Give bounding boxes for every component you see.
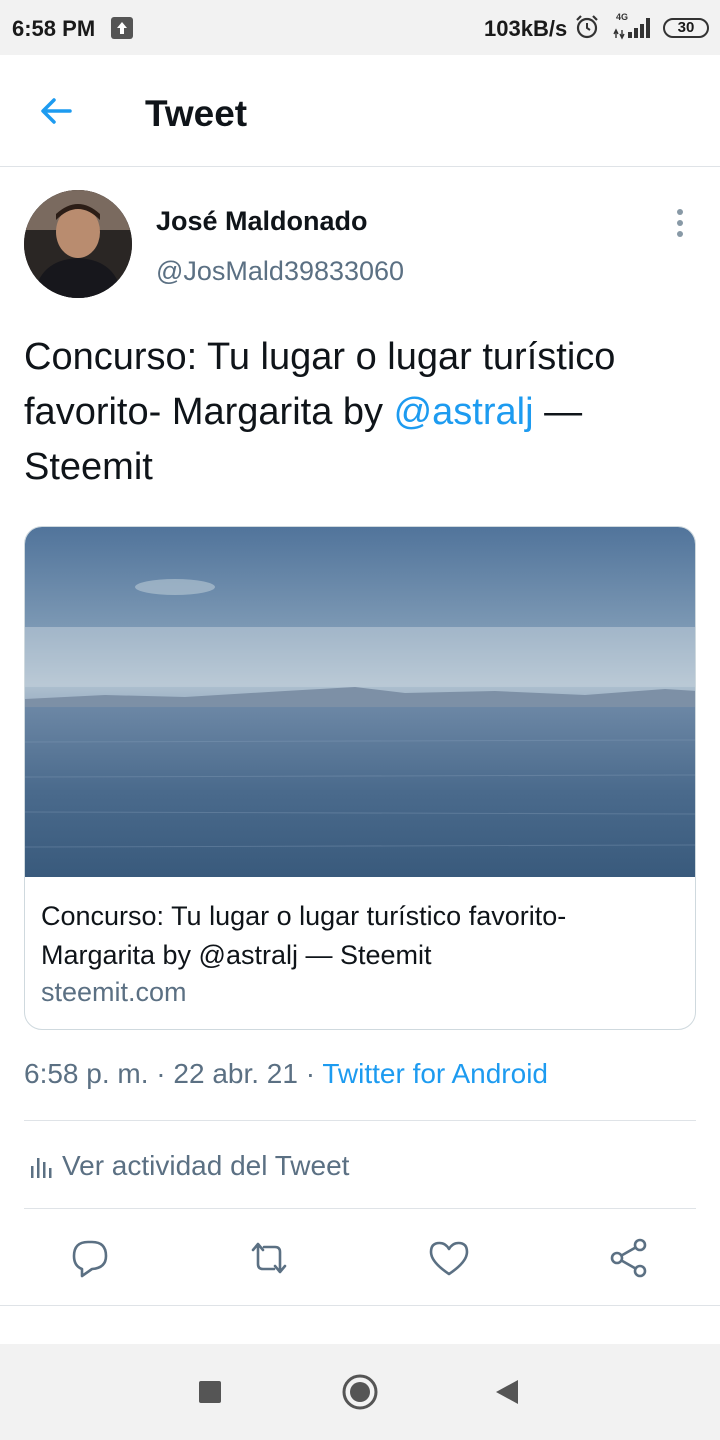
network-type: 4G (616, 12, 629, 22)
upload-icon (111, 17, 133, 39)
tweet-source-link[interactable]: Twitter for Android (322, 1058, 548, 1089)
like-icon[interactable] (427, 1236, 471, 1280)
avatar[interactable] (24, 190, 132, 298)
divider (24, 1208, 696, 1209)
battery-icon: 30 (663, 18, 709, 38)
tweet-text: Concurso: Tu lugar o lugar turístico fav… (24, 330, 694, 495)
network-speed: 103kB/s (484, 16, 568, 41)
card-domain: steemit.com (41, 977, 187, 1007)
page-title: Tweet (145, 93, 248, 134)
activity-label: Ver actividad del Tweet (62, 1150, 350, 1181)
share-icon[interactable] (607, 1236, 651, 1280)
tweet-actions (0, 1230, 720, 1290)
alarm-icon (574, 14, 600, 45)
signal-icon: 4G (612, 12, 654, 47)
divider (0, 1305, 720, 1306)
status-time: 6:58 PM (12, 16, 96, 41)
card-title: Concurso: Tu lugar o lugar turístico fav… (41, 901, 567, 970)
system-navigation-bar (0, 1344, 720, 1440)
divider (24, 1120, 696, 1121)
reply-icon[interactable] (68, 1236, 112, 1280)
author-handle[interactable]: @JosMald39833060 (156, 256, 404, 287)
recents-square-icon[interactable] (190, 1372, 230, 1412)
tweet-meta: 6:58 p. m. · 22 abr. 21 · Twitter for An… (24, 1058, 548, 1090)
mention-link[interactable]: @astralj (394, 391, 534, 433)
link-card[interactable]: Concurso: Tu lugar o lugar turístico fav… (24, 526, 696, 1030)
retweet-icon[interactable] (247, 1236, 291, 1280)
more-options-icon[interactable] (666, 206, 694, 240)
card-image (25, 527, 695, 877)
back-triangle-icon[interactable] (488, 1372, 528, 1412)
author-name[interactable]: José Maldonado (156, 206, 368, 237)
analytics-icon (30, 1154, 52, 1185)
arrow-left-icon[interactable] (36, 91, 76, 131)
status-bar: 6:58 PM 103kB/s 4G 30 (0, 0, 720, 55)
home-circle-icon[interactable] (340, 1372, 380, 1412)
tweet-timestamp: 6:58 p. m. · 22 abr. 21 · (24, 1058, 323, 1089)
app-header: Tweet (0, 55, 720, 167)
